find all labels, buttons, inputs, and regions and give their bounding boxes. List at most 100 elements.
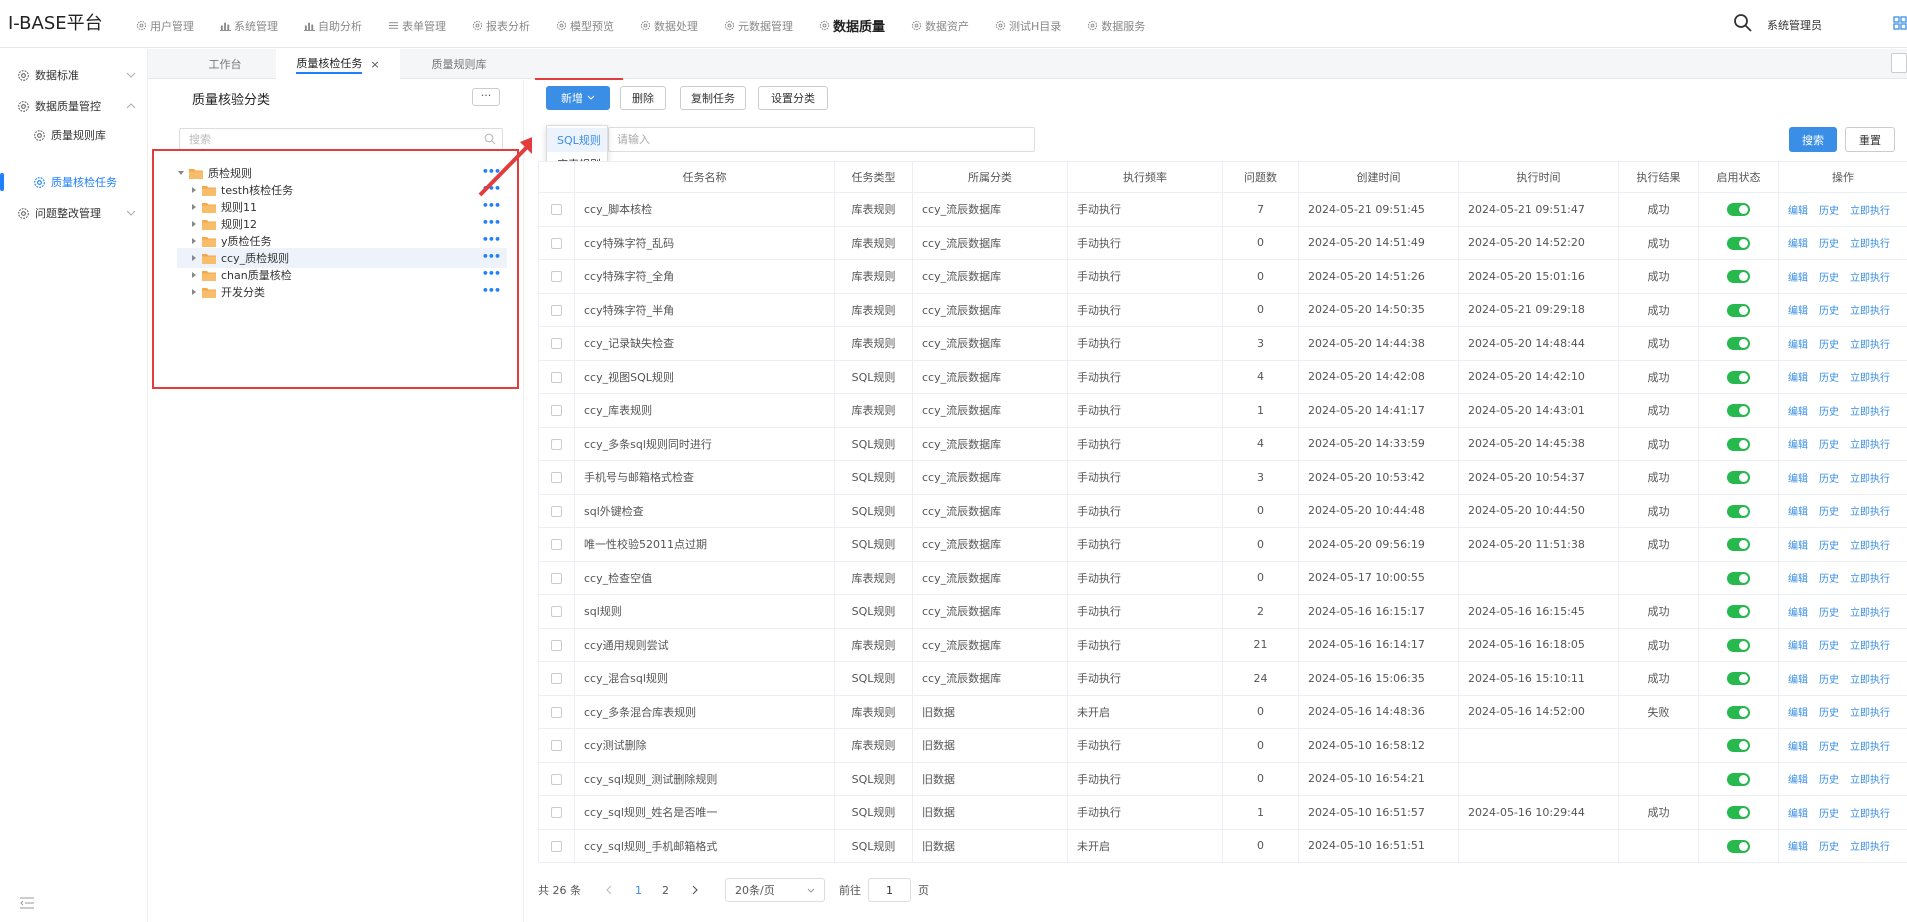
edit-link[interactable]: 编辑 xyxy=(1788,474,1808,485)
table-row[interactable]: ccy_检查空值 库表规则 ccy_流辰数据库 手动执行 0 2024-05-17 10:… xyxy=(538,560,1907,595)
row-checkbox[interactable] xyxy=(551,639,562,651)
run-now-link[interactable]: 立即执行 xyxy=(1850,675,1890,686)
page-size-select[interactable]: 20条/页 xyxy=(725,878,825,902)
enable-toggle[interactable] xyxy=(1727,471,1750,484)
table-row[interactable]: ccy特殊字符_半角 库表规则 ccy_流辰数据库 手动执行 0 2024-05-20 1… xyxy=(538,292,1907,327)
row-checkbox[interactable] xyxy=(551,304,562,316)
history-link[interactable]: 历史 xyxy=(1819,775,1839,786)
edit-link[interactable]: 编辑 xyxy=(1788,507,1808,518)
run-now-link[interactable]: 立即执行 xyxy=(1850,541,1890,552)
history-link[interactable]: 历史 xyxy=(1819,239,1839,250)
enable-toggle[interactable] xyxy=(1727,638,1750,652)
row-checkbox[interactable] xyxy=(551,740,562,752)
history-link[interactable]: 历史 xyxy=(1819,574,1839,585)
history-link[interactable]: 历史 xyxy=(1819,306,1839,317)
caret-right-icon[interactable] xyxy=(190,237,198,245)
enable-toggle[interactable] xyxy=(1727,538,1750,551)
enable-toggle[interactable] xyxy=(1727,839,1750,853)
caret-right-icon[interactable] xyxy=(190,186,198,194)
history-link[interactable]: 历史 xyxy=(1819,641,1839,652)
tab-rule-library[interactable]: 质量规则库 xyxy=(416,49,502,79)
more-icon[interactable]: ••• xyxy=(482,250,501,263)
nav-item[interactable]: 测试H目录 xyxy=(995,16,1061,35)
sidebar-item-issue-rectification[interactable]: 问题整改管理 xyxy=(0,199,148,227)
history-link[interactable]: 历史 xyxy=(1819,407,1839,418)
enable-toggle[interactable] xyxy=(1727,203,1750,216)
tab-workbench[interactable]: 工作台 xyxy=(190,49,260,79)
goto-page-input[interactable] xyxy=(868,878,911,902)
nav-item[interactable]: 数据资产 xyxy=(911,16,969,35)
table-row[interactable]: sql规则 SQL规则 ccy_流辰数据库 手动执行 2 2024-05-16 16:15… xyxy=(538,594,1907,629)
row-checkbox[interactable] xyxy=(551,271,562,283)
more-button[interactable]: ··· xyxy=(472,88,500,106)
set-category-button[interactable]: 设置分类 xyxy=(758,86,828,110)
edit-link[interactable]: 编辑 xyxy=(1788,608,1808,619)
search-icon[interactable] xyxy=(1733,13,1753,33)
table-row[interactable]: ccy_脚本核检 库表规则 ccy_流辰数据库 手动执行 7 2024-05-21 09:… xyxy=(538,192,1907,227)
history-link[interactable]: 历史 xyxy=(1819,474,1839,485)
edit-link[interactable]: 编辑 xyxy=(1788,809,1808,820)
nav-item[interactable]: 系统管理 xyxy=(220,16,278,35)
add-button[interactable]: 新增 xyxy=(546,86,610,110)
row-checkbox[interactable] xyxy=(551,840,562,852)
task-search-input[interactable] xyxy=(608,127,1035,152)
nav-item[interactable]: 数据服务 xyxy=(1087,16,1145,35)
page-number[interactable]: 2 xyxy=(662,884,669,897)
more-icon[interactable]: ••• xyxy=(482,199,501,212)
row-checkbox[interactable] xyxy=(551,673,562,685)
row-checkbox[interactable] xyxy=(551,706,562,718)
edit-link[interactable]: 编辑 xyxy=(1788,306,1808,317)
sidebar-item-check-task[interactable]: 质量核检任务 xyxy=(0,168,148,196)
sidebar-item-rule-library[interactable]: 质量规则库 xyxy=(0,121,148,149)
enable-toggle[interactable] xyxy=(1727,303,1750,317)
run-now-link[interactable]: 立即执行 xyxy=(1850,440,1890,451)
run-now-link[interactable]: 立即执行 xyxy=(1850,306,1890,317)
edit-link[interactable]: 编辑 xyxy=(1788,574,1808,585)
search-button[interactable]: 搜索 xyxy=(1789,127,1837,152)
enable-toggle[interactable] xyxy=(1727,370,1750,384)
run-now-link[interactable]: 立即执行 xyxy=(1850,641,1890,652)
table-row[interactable]: 唯一性校验52011点过期 SQL规则 ccy_流辰数据库 手动执行 0 2024-05-… xyxy=(538,527,1907,562)
edit-link[interactable]: 编辑 xyxy=(1788,373,1808,384)
caret-right-icon[interactable] xyxy=(190,220,198,228)
table-row[interactable]: ccy_库表规则 库表规则 ccy_流辰数据库 手动执行 1 2024-05-20 14:… xyxy=(538,393,1907,428)
history-link[interactable]: 历史 xyxy=(1819,708,1839,719)
edit-link[interactable]: 编辑 xyxy=(1788,407,1808,418)
row-checkbox[interactable] xyxy=(551,237,562,249)
table-row[interactable]: ccy通用规则尝试 库表规则 ccy_流辰数据库 手动执行 21 2024-05-16 1… xyxy=(538,627,1907,662)
copy-task-button[interactable]: 复制任务 xyxy=(680,86,746,110)
edit-link[interactable]: 编辑 xyxy=(1788,775,1808,786)
run-now-link[interactable]: 立即执行 xyxy=(1850,273,1890,284)
history-link[interactable]: 历史 xyxy=(1819,373,1839,384)
run-now-link[interactable]: 立即执行 xyxy=(1850,708,1890,719)
history-link[interactable]: 历史 xyxy=(1819,842,1839,853)
row-checkbox[interactable] xyxy=(551,405,562,417)
caret-right-icon[interactable] xyxy=(190,271,198,279)
tree-node[interactable]: 开发分类 ••• xyxy=(177,282,507,302)
edit-link[interactable]: 编辑 xyxy=(1788,842,1808,853)
chevron-left-icon[interactable] xyxy=(605,885,613,895)
edit-link[interactable]: 编辑 xyxy=(1788,541,1808,552)
run-now-link[interactable]: 立即执行 xyxy=(1850,574,1890,585)
enable-toggle[interactable] xyxy=(1727,437,1750,451)
caret-right-icon[interactable] xyxy=(190,254,198,262)
row-checkbox[interactable] xyxy=(551,204,562,216)
history-link[interactable]: 历史 xyxy=(1819,440,1839,451)
row-checkbox[interactable] xyxy=(551,572,562,584)
page-number[interactable]: 1 xyxy=(635,884,642,897)
history-link[interactable]: 历史 xyxy=(1819,742,1839,753)
row-checkbox[interactable] xyxy=(551,472,562,484)
table-row[interactable]: ccy特殊字符_乱码 库表规则 ccy_流辰数据库 手动执行 0 2024-05-20 1… xyxy=(538,225,1907,260)
run-now-link[interactable]: 立即执行 xyxy=(1850,608,1890,619)
enable-toggle[interactable] xyxy=(1727,404,1750,417)
nav-item[interactable]: 数据质量 xyxy=(819,16,885,35)
table-row[interactable]: sql外键检查 SQL规则 ccy_流辰数据库 手动执行 0 2024-05-20 10:… xyxy=(538,493,1907,528)
edit-link[interactable]: 编辑 xyxy=(1788,206,1808,217)
more-icon[interactable]: ••• xyxy=(482,233,501,246)
table-row[interactable]: ccy_sql规则_测试删除规则 SQL规则 旧数据 手动执行 0 2024-05-10 … xyxy=(538,761,1907,796)
caret-down-icon[interactable] xyxy=(177,169,185,177)
user-name[interactable]: 系统管理员 xyxy=(1767,17,1822,33)
caret-right-icon[interactable] xyxy=(190,203,198,211)
tabs-dropdown-button[interactable] xyxy=(1891,53,1907,73)
table-row[interactable]: 手机号与邮箱格式检查 SQL规则 ccy_流辰数据库 手动执行 3 2024-05-20 … xyxy=(538,460,1907,495)
